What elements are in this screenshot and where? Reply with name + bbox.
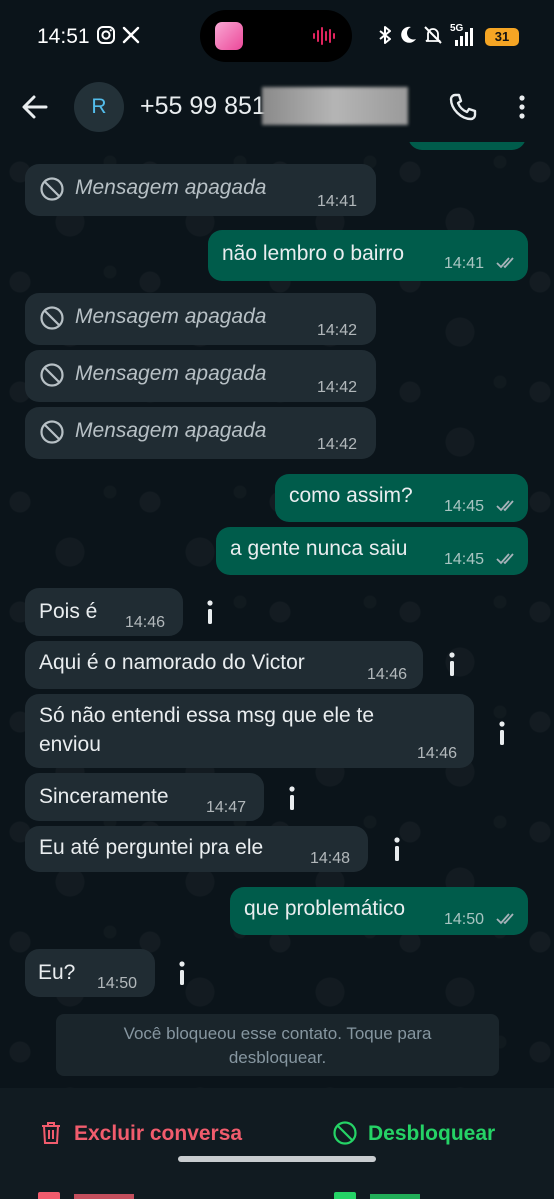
cut-off-action-row [38, 1192, 518, 1199]
message-time: 14:50 [97, 975, 138, 992]
message-bubble-deleted[interactable]: Mensagem apagada 14:42 [25, 350, 376, 402]
deleted-message-icon [40, 306, 64, 330]
message-time: 14:41 [317, 193, 358, 210]
notice-line-1: Você bloqueou esse contato. Toque para [123, 1024, 432, 1043]
audio-wave-icon [313, 27, 335, 45]
message-text: Mensagem apagada [75, 362, 267, 385]
message-text: como assim? [289, 484, 413, 507]
instagram-icon [97, 26, 115, 44]
info-icon[interactable] [447, 650, 457, 680]
message-bubble-incoming[interactable]: Só não entendi essa msg que ele te envio… [25, 694, 474, 768]
message-text: Eu? [38, 961, 76, 984]
double-check-icon [496, 257, 514, 269]
contact-avatar[interactable]: R [74, 82, 124, 132]
message-bubble-incoming[interactable]: Sinceramente 14:47 [25, 773, 264, 821]
silent-bell-icon [424, 26, 442, 44]
message-text: Mensagem apagada [75, 419, 267, 442]
battery-indicator: 31 [485, 28, 519, 46]
message-bubble-outgoing[interactable]: como assim? 14:45 [275, 474, 528, 522]
message-list[interactable]: Mensagem apagada 14:41 não lembro o bair… [0, 142, 554, 1088]
message-bubble-outgoing[interactable]: não lembro o bairro 14:41 [208, 230, 528, 281]
message-text: Sinceramente [39, 785, 169, 808]
message-text: Eu até perguntei pra ele [39, 836, 264, 859]
message-time: 14:46 [367, 666, 408, 683]
unblock-icon [333, 1121, 357, 1145]
trash-icon [42, 1122, 60, 1144]
home-indicator [178, 1156, 376, 1162]
message-time: 14:45 [444, 551, 485, 568]
message-time: 14:42 [317, 436, 358, 453]
message-text: que problemático [244, 897, 406, 920]
message-text: Aqui é o namorado do Victor [39, 651, 305, 674]
double-check-icon [496, 913, 514, 925]
message-bubble-incoming[interactable]: Pois é 14:46 [25, 588, 183, 636]
back-arrow-icon[interactable] [20, 92, 50, 122]
double-check-icon [496, 500, 514, 512]
message-text: Mensagem apagada [75, 176, 267, 199]
delete-conversation-button[interactable]: Excluir conversa [38, 1120, 248, 1150]
message-text: a gente nunca saiu [230, 537, 408, 560]
message-time: 14:45 [444, 498, 485, 515]
message-time: 14:48 [310, 850, 351, 867]
status-bar: 14:51 5G 31 [0, 0, 554, 72]
message-time: 14:42 [317, 379, 358, 396]
info-icon[interactable] [287, 784, 297, 814]
message-bubble-incoming[interactable]: Eu? 14:50 [25, 949, 155, 997]
message-text-line-1: Só não entendi essa msg que ele te [39, 704, 375, 727]
notice-line-2: desbloquear. [228, 1048, 327, 1067]
message-text-line-2: enviou [39, 733, 101, 756]
deleted-message-icon [40, 363, 64, 387]
message-bubble-deleted[interactable]: Mensagem apagada 14:42 [25, 407, 376, 459]
info-icon[interactable] [177, 959, 187, 989]
message-time: 14:41 [444, 255, 485, 272]
status-time: 14:51 [37, 25, 90, 48]
delete-conversation-label: Excluir conversa [74, 1122, 243, 1145]
message-bubble-deleted[interactable]: Mensagem apagada 14:41 [25, 164, 376, 216]
signal-icon [455, 28, 473, 46]
message-text: Mensagem apagada [75, 305, 267, 328]
deleted-message-icon [40, 420, 64, 444]
info-icon[interactable] [497, 719, 507, 749]
contact-name[interactable]: +55 99 851 [140, 92, 266, 121]
redaction-blur [262, 87, 408, 125]
blocked-contact-notice[interactable]: Você bloqueou esse contato. Toque para d… [56, 1014, 499, 1076]
media-thumbnail [215, 22, 243, 50]
unblock-label: Desbloquear [368, 1122, 496, 1145]
more-options-icon[interactable] [510, 92, 534, 122]
message-time: 14:47 [206, 799, 247, 816]
phone-icon[interactable] [448, 92, 478, 122]
info-icon[interactable] [392, 835, 402, 865]
message-time: 14:42 [317, 322, 358, 339]
dynamic-island [200, 10, 352, 62]
message-bubble-partial [408, 142, 526, 150]
message-bubble-incoming[interactable]: Eu até perguntei pra ele 14:48 [25, 826, 368, 872]
message-bubble-outgoing[interactable]: que problemático 14:50 [230, 887, 528, 935]
blocked-actions-bar: Excluir conversa Desbloquear [0, 1088, 554, 1199]
double-check-icon [496, 553, 514, 565]
unblock-button[interactable]: Desbloquear [332, 1120, 502, 1150]
message-text: não lembro o bairro [222, 242, 405, 265]
chat-header: R +55 99 851 [0, 72, 554, 142]
deleted-message-icon [40, 177, 64, 201]
message-bubble-deleted[interactable]: Mensagem apagada 14:42 [25, 293, 376, 345]
x-icon [122, 26, 140, 44]
message-time: 14:50 [444, 911, 485, 928]
message-time: 14:46 [125, 614, 166, 631]
message-text: Pois é [39, 600, 98, 623]
message-time: 14:46 [417, 745, 458, 762]
message-bubble-outgoing[interactable]: a gente nunca saiu 14:45 [216, 527, 528, 575]
bluetooth-icon [379, 26, 391, 44]
message-bubble-incoming[interactable]: Aqui é o namorado do Victor 14:46 [25, 641, 423, 689]
moon-icon [401, 26, 416, 43]
info-icon[interactable] [205, 598, 215, 628]
